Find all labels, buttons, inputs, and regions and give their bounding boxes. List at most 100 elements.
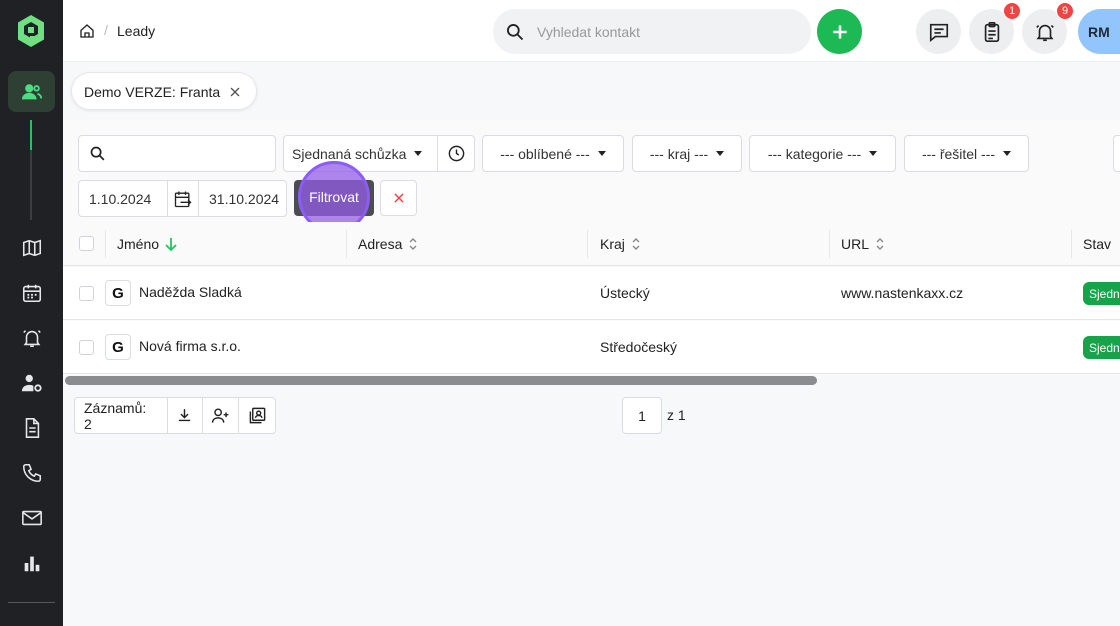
plus-icon bbox=[832, 24, 847, 39]
date-from-value: 1.10.2024 bbox=[89, 190, 152, 207]
column-status-label: Stav bbox=[1083, 236, 1112, 252]
column-separator bbox=[1071, 230, 1072, 258]
google-icon: G bbox=[105, 280, 131, 306]
date-filter-toggle[interactable] bbox=[437, 135, 475, 172]
users-icon bbox=[21, 83, 42, 99]
calendar-arrow-icon bbox=[174, 191, 192, 207]
column-region-label: Kraj bbox=[600, 236, 625, 252]
caret-down-icon bbox=[1003, 151, 1012, 156]
contact-card-icon bbox=[249, 407, 265, 424]
column-separator bbox=[587, 230, 588, 258]
sidebar-item-calls[interactable] bbox=[20, 461, 44, 485]
contact-search bbox=[493, 9, 811, 54]
sidebar-item-user-settings[interactable] bbox=[20, 371, 44, 395]
horizontal-scrollbar[interactable] bbox=[65, 376, 817, 385]
calendar-icon bbox=[22, 284, 42, 303]
column-name[interactable]: Jméno bbox=[117, 236, 177, 252]
region-select[interactable]: --- kraj --- bbox=[632, 135, 742, 172]
sort-icon bbox=[876, 238, 884, 250]
submenu-line bbox=[30, 150, 32, 220]
date-range-toggle[interactable] bbox=[167, 180, 199, 217]
status-select-value: Sjednaná schůzka bbox=[292, 145, 407, 162]
status-select[interactable]: Sjednaná schůzka bbox=[283, 135, 438, 172]
category-select-value: --- kategorie --- bbox=[767, 145, 862, 162]
clear-filters-button[interactable] bbox=[380, 180, 417, 216]
row-name[interactable]: Nová firma s.r.o. bbox=[139, 338, 241, 354]
app-logo[interactable] bbox=[16, 14, 46, 48]
search-icon bbox=[90, 146, 105, 161]
notifications-badge: 9 bbox=[1056, 2, 1074, 20]
user-gear-icon bbox=[21, 374, 42, 392]
sidebar bbox=[0, 0, 63, 626]
home-icon[interactable] bbox=[79, 23, 95, 39]
select-all-checkbox[interactable] bbox=[79, 236, 94, 251]
solver-select-value: --- řešitel --- bbox=[921, 145, 996, 162]
mail-icon bbox=[22, 510, 42, 526]
add-button[interactable] bbox=[817, 9, 862, 54]
submenu-active-line bbox=[30, 120, 32, 150]
sidebar-item-calendar[interactable] bbox=[20, 281, 44, 305]
messages-button[interactable] bbox=[916, 9, 961, 54]
sort-desc-icon bbox=[165, 238, 177, 251]
sidebar-item-email[interactable] bbox=[20, 506, 44, 530]
caret-down-icon bbox=[716, 151, 725, 156]
sidebar-divider bbox=[8, 602, 55, 603]
solver-select[interactable]: --- řešitel --- bbox=[904, 135, 1029, 172]
extra-filter-select[interactable] bbox=[1113, 135, 1120, 172]
sidebar-item-reminders[interactable] bbox=[20, 326, 44, 350]
caret-down-icon bbox=[597, 151, 606, 156]
row-name[interactable]: Naděžda Sladká bbox=[139, 284, 242, 300]
phone-icon bbox=[22, 463, 42, 483]
page-input[interactable]: 1 bbox=[622, 397, 662, 434]
add-contact-button[interactable] bbox=[203, 398, 240, 433]
export-button[interactable] bbox=[168, 398, 204, 433]
user-avatar[interactable]: RM bbox=[1078, 9, 1120, 54]
column-url[interactable]: URL bbox=[841, 236, 885, 252]
close-icon[interactable] bbox=[227, 84, 243, 100]
column-separator bbox=[105, 230, 106, 258]
table-footer-tools: Záznamů: 2 bbox=[74, 397, 276, 434]
contact-search-input[interactable] bbox=[537, 21, 797, 43]
column-region[interactable]: Kraj bbox=[600, 236, 641, 252]
page-total: z 1 bbox=[667, 407, 686, 423]
contact-cards-button[interactable] bbox=[239, 398, 275, 433]
tab-label: Demo VERZE: Franta bbox=[84, 84, 221, 100]
sidebar-item-documents[interactable] bbox=[20, 416, 44, 440]
row-region: Ústecký bbox=[600, 285, 650, 301]
download-icon bbox=[179, 409, 191, 422]
row-url[interactable]: www.nastenkaxx.cz bbox=[841, 285, 963, 301]
clock-icon bbox=[448, 145, 464, 162]
top-header: / Leady 1 9 RM bbox=[63, 0, 1120, 62]
bell-icon bbox=[1035, 24, 1054, 41]
table-row[interactable]: G Nová firma s.r.o. Středočeský Sjedn bbox=[63, 321, 1120, 374]
row-checkbox[interactable] bbox=[79, 340, 94, 355]
column-name-label: Jméno bbox=[117, 236, 160, 252]
tasks-button[interactable]: 1 bbox=[969, 2, 1021, 54]
category-select[interactable]: --- kategorie --- bbox=[749, 135, 896, 172]
column-address[interactable]: Adresa bbox=[358, 236, 418, 252]
sidebar-item-statistics[interactable] bbox=[20, 551, 44, 575]
caret-down-icon bbox=[869, 151, 878, 156]
user-plus-icon bbox=[212, 408, 229, 423]
breadcrumb-separator: / bbox=[104, 22, 108, 38]
sidebar-item-contacts[interactable] bbox=[8, 71, 55, 112]
favorite-select[interactable]: --- oblíbené --- bbox=[482, 135, 624, 172]
status-badge: Sjedn bbox=[1083, 336, 1120, 359]
bar-chart-icon bbox=[24, 556, 40, 572]
alarm-bell-icon bbox=[23, 330, 41, 348]
open-tab[interactable]: Demo VERZE: Franta bbox=[71, 72, 257, 110]
map-icon bbox=[22, 239, 42, 257]
sidebar-item-map[interactable] bbox=[20, 236, 44, 260]
notifications-button[interactable]: 9 bbox=[1022, 2, 1074, 54]
list-search-field[interactable] bbox=[78, 135, 276, 172]
breadcrumb-current: Leady bbox=[117, 23, 156, 39]
column-status[interactable]: Stav bbox=[1083, 236, 1111, 252]
date-from-field[interactable]: 1.10.2024 bbox=[78, 180, 168, 217]
document-icon bbox=[25, 418, 40, 438]
row-checkbox[interactable] bbox=[79, 286, 94, 301]
column-separator bbox=[829, 230, 830, 258]
table-row[interactable]: G Naděžda Sladká Ústecký www.nastenkaxx.… bbox=[63, 267, 1120, 320]
date-to-field[interactable]: 31.10.2024 bbox=[198, 180, 287, 217]
caret-down-icon bbox=[414, 151, 423, 156]
column-separator bbox=[346, 230, 347, 258]
